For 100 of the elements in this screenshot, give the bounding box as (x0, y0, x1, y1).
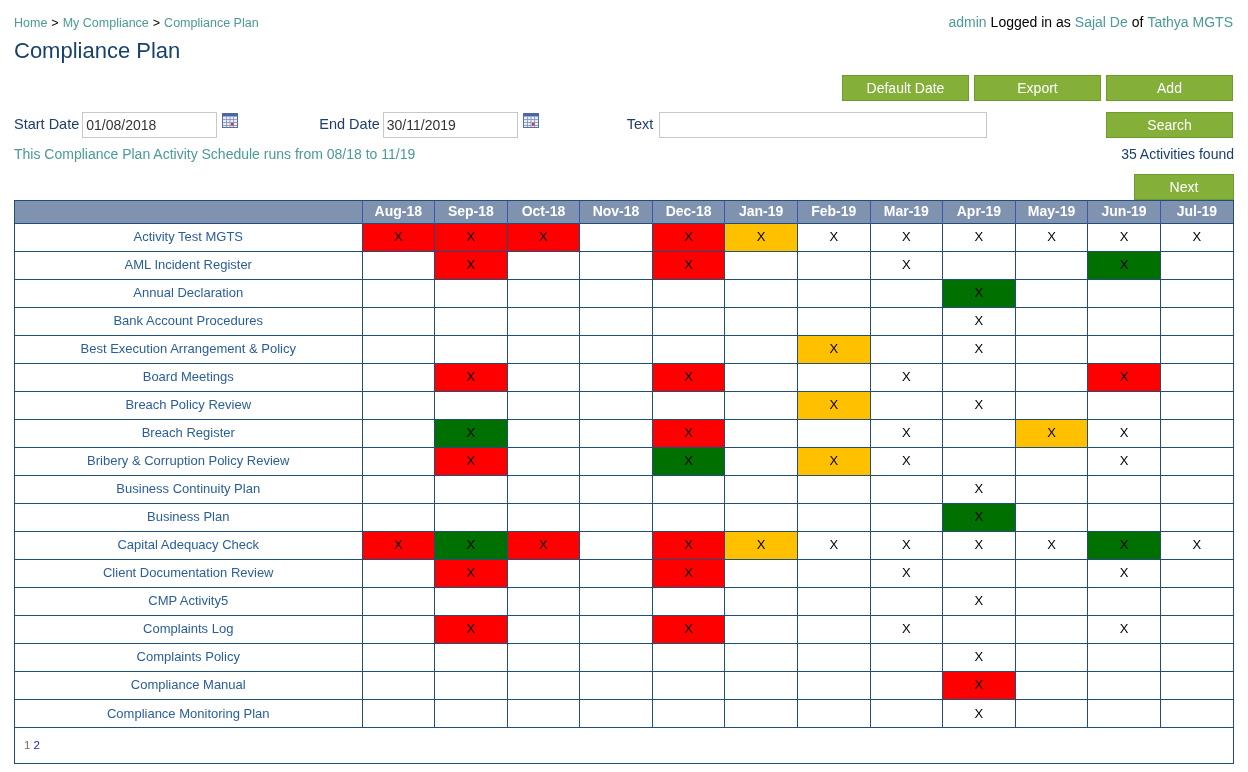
schedule-cell: X (1160, 531, 1233, 559)
page-title: Compliance Plan (14, 37, 182, 65)
user-role: admin (948, 13, 987, 32)
schedule-cell: X (1087, 615, 1161, 643)
activity-link[interactable]: Breach Policy Review (125, 397, 252, 413)
month-header: Oct-18 (507, 201, 580, 223)
schedule-cell: X (362, 531, 435, 559)
logged-in-text: Logged in as (990, 13, 1071, 32)
calendar-icon[interactable] (522, 112, 539, 128)
schedule-cell: X (942, 503, 1016, 531)
schedule-cell: X (1087, 419, 1161, 447)
schedule-cell: X (724, 531, 798, 559)
month-header: Nov-18 (579, 201, 653, 223)
schedule-cell: X (652, 223, 725, 251)
breadcrumb-separator: > (152, 15, 161, 32)
text-field[interactable] (659, 112, 988, 138)
activity-link[interactable]: CMP Activity5 (148, 593, 229, 609)
schedule-cell: X (870, 531, 943, 559)
schedule-cell: X (1087, 531, 1161, 559)
page-link[interactable]: 1 (24, 736, 31, 755)
month-header: Sep-18 (434, 201, 508, 223)
end-date-field[interactable]: 30/11/2019 (382, 112, 518, 138)
schedule-cell: X (434, 363, 508, 391)
breadcrumb-separator: > (51, 15, 59, 32)
schedule-cell: X (1015, 419, 1088, 447)
month-header: Jan-19 (724, 201, 798, 223)
schedule-cell: X (507, 531, 580, 559)
schedule-cell: X (652, 559, 725, 587)
schedule-cell: X (362, 223, 435, 251)
end-date-label: End Date (319, 115, 380, 135)
schedule-cell: X (1087, 447, 1161, 475)
schedule-cell: X (507, 223, 580, 251)
schedule-cell: X (797, 335, 871, 363)
schedule-cell: X (1160, 223, 1233, 251)
month-header: Aug-18 (362, 201, 435, 223)
activities-count: 35 Activities found (1121, 145, 1234, 164)
schedule-cell: X (434, 615, 508, 643)
text-label: Text (626, 115, 654, 135)
activity-link[interactable]: Activity Test MGTS (133, 229, 244, 245)
schedule-cell: X (434, 419, 508, 447)
schedule-cell: X (870, 251, 943, 279)
schedule-cell: X (434, 251, 508, 279)
activity-link[interactable]: Business Plan (147, 509, 230, 525)
activity-link[interactable]: Board Meetings (142, 369, 234, 385)
schedule-cell: X (942, 307, 1016, 335)
schedule-cell: X (652, 615, 725, 643)
activity-link[interactable]: AML Incident Register (124, 257, 252, 273)
activity-link[interactable]: Complaints Policy (136, 649, 240, 665)
schedule-cell: X (870, 615, 943, 643)
activity-link[interactable]: Complaints Log (143, 621, 234, 637)
schedule-cell: X (870, 419, 943, 447)
schedule-cell: X (1015, 531, 1088, 559)
month-header: Feb-19 (797, 201, 871, 223)
page-link[interactable]: 2 (33, 736, 40, 755)
schedule-cell: X (797, 391, 871, 419)
schedule-cell: X (1087, 251, 1161, 279)
schedule-cell: X (942, 223, 1016, 251)
activity-link[interactable]: Client Documentation Review (103, 565, 274, 581)
activity-link[interactable]: Annual Declaration (133, 285, 244, 301)
schedule-cell: X (870, 447, 943, 475)
schedule-cell: X (434, 531, 508, 559)
activity-link[interactable]: Capital Adequacy Check (117, 537, 260, 553)
month-header: Apr-19 (942, 201, 1016, 223)
schedule-cell: X (942, 279, 1016, 307)
activity-link[interactable]: Bank Account Procedures (113, 313, 264, 329)
schedule-cell: X (870, 363, 943, 391)
schedule-cell: X (942, 531, 1016, 559)
activity-link[interactable]: Business Continuity Plan (116, 481, 261, 497)
schedule-cell: X (1087, 363, 1161, 391)
schedule-cell: X (797, 447, 871, 475)
schedule-cell: X (434, 223, 508, 251)
schedule-cell: X (724, 223, 798, 251)
schedule-cell: X (1087, 559, 1161, 587)
activity-link[interactable]: Compliance Monitoring Plan (106, 705, 270, 721)
month-header: Mar-19 (870, 201, 943, 223)
schedule-note: This Compliance Plan Activity Schedule runs from 08/18 to 11/19 (14, 145, 416, 164)
activity-link[interactable]: Bribery & Corruption Policy Review (87, 453, 290, 469)
start-date-field[interactable]: 01/08/2018 (82, 112, 218, 138)
activity-link[interactable]: Compliance Manual (130, 677, 246, 693)
schedule-cell: X (942, 671, 1016, 699)
activity-link[interactable]: Best Execution Arrangement & Policy (80, 341, 296, 357)
schedule-cell: X (1015, 223, 1088, 251)
schedule-cell: X (797, 223, 871, 251)
schedule-cell: X (870, 223, 943, 251)
schedule-cell: X (942, 335, 1016, 363)
schedule-cell: X (942, 391, 1016, 419)
month-header: Dec-18 (652, 201, 725, 223)
schedule-cell: X (434, 559, 508, 587)
month-header: Jul-19 (1160, 201, 1233, 223)
schedule-cell: X (797, 531, 871, 559)
schedule-cell: X (870, 559, 943, 587)
schedule-cell: X (942, 699, 1016, 727)
month-header: May-19 (1015, 201, 1088, 223)
schedule-cell: X (652, 419, 725, 447)
schedule-cell: X (652, 363, 725, 391)
schedule-cell: X (434, 447, 508, 475)
activity-link[interactable]: Breach Register (141, 425, 235, 441)
month-header: Jun-19 (1087, 201, 1161, 223)
calendar-icon[interactable] (222, 112, 239, 128)
of-text: of (1131, 13, 1144, 32)
